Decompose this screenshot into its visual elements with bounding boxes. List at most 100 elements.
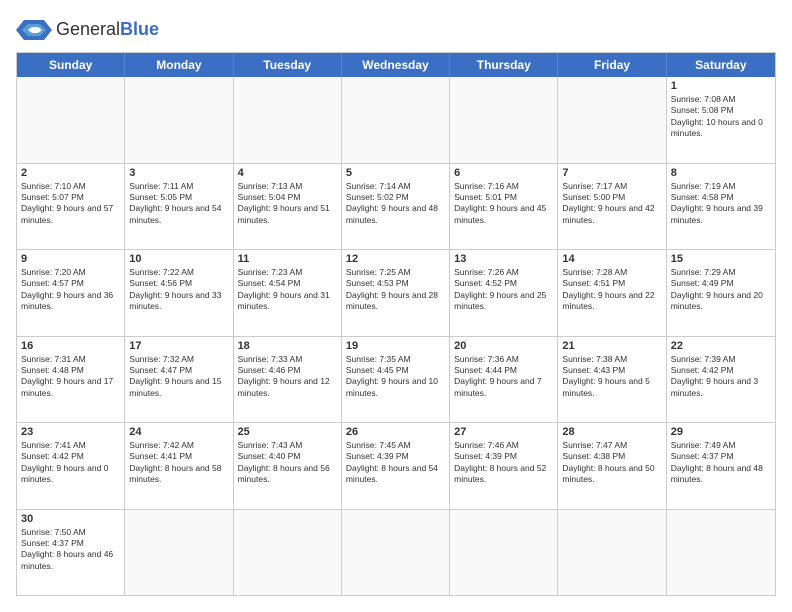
cal-cell-2-1: 10Sunrise: 7:22 AMSunset: 4:56 PMDayligh… [125,250,233,336]
sun-info: Sunrise: 7:38 AMSunset: 4:43 PMDaylight:… [562,354,661,400]
day-number: 2 [21,167,120,179]
sun-info: Sunrise: 7:49 AMSunset: 4:37 PMDaylight:… [671,440,771,486]
day-number: 19 [346,340,445,352]
day-number: 25 [238,426,337,438]
cal-cell-0-6: 1 Sunrise: 7:08 AMSunset: 5:08 PMDaylight… [667,77,775,163]
week-row-0: 1 Sunrise: 7:08 AMSunset: 5:08 PMDaylight… [17,77,775,164]
sun-info: Sunrise: 7:13 AMSunset: 5:04 PMDaylight:… [238,181,337,227]
cal-cell-0-0 [17,77,125,163]
sun-info: Sunrise: 7:33 AMSunset: 4:46 PMDaylight:… [238,354,337,400]
day-number: 16 [21,340,120,352]
cal-cell-5-0: 30 Sunrise: 7:50 AMSunset: 4:37 PMDayligh… [17,510,125,596]
day-number: 21 [562,340,661,352]
sun-info: Sunrise: 7:22 AMSunset: 4:56 PMDaylight:… [129,267,228,313]
cal-cell-4-5: 28 Sunrise: 7:47 AMSunset: 4:38 PMDayligh… [558,423,666,509]
day-number: 29 [671,426,771,438]
header-wednesday: Wednesday [342,53,450,77]
header-friday: Friday [558,53,666,77]
sun-info: Sunrise: 7:29 AMSunset: 4:49 PMDaylight:… [671,267,771,313]
sun-info: Sunrise: 7:26 AMSunset: 4:52 PMDaylight:… [454,267,553,313]
sun-info: Sunrise: 7:50 AMSunset: 4:37 PMDaylight:… [21,527,120,573]
sun-info: Sunrise: 7:39 AMSunset: 4:42 PMDaylight:… [671,354,771,400]
cal-cell-2-0: 9 Sunrise: 7:20 AMSunset: 4:57 PMDaylight… [17,250,125,336]
cal-cell-4-3: 26Sunrise: 7:45 AMSunset: 4:39 PMDayligh… [342,423,450,509]
sun-info: Sunrise: 7:14 AMSunset: 5:02 PMDaylight:… [346,181,445,227]
week-row-1: 2 Sunrise: 7:10 AMSunset: 5:07 PMDaylight… [17,164,775,251]
cal-cell-3-3: 19 Sunrise: 7:35 AMSunset: 4:45 PMDayligh… [342,337,450,423]
sun-info: Sunrise: 7:11 AMSunset: 5:05 PMDaylight:… [129,181,228,227]
calendar-body: 1 Sunrise: 7:08 AMSunset: 5:08 PMDaylight… [17,77,775,595]
sun-info: Sunrise: 7:46 AMSunset: 4:39 PMDaylight:… [454,440,553,486]
day-number: 1 [671,80,771,92]
day-number: 26 [346,426,445,438]
sun-info: Sunrise: 7:10 AMSunset: 5:07 PMDaylight:… [21,181,120,227]
cal-cell-1-0: 2 Sunrise: 7:10 AMSunset: 5:07 PMDaylight… [17,164,125,250]
cal-cell-0-5 [558,77,666,163]
header-tuesday: Tuesday [234,53,342,77]
day-number: 5 [346,167,445,179]
cal-cell-0-4 [450,77,558,163]
cal-cell-4-1: 24Sunrise: 7:42 AMSunset: 4:41 PMDayligh… [125,423,233,509]
cal-cell-5-3 [342,510,450,596]
day-number: 11 [238,253,337,265]
sun-info: Sunrise: 7:19 AMSunset: 4:58 PMDaylight:… [671,181,771,227]
cal-cell-2-2: 11Sunrise: 7:23 AMSunset: 4:54 PMDayligh… [234,250,342,336]
day-number: 7 [562,167,661,179]
cal-cell-3-2: 18Sunrise: 7:33 AMSunset: 4:46 PMDayligh… [234,337,342,423]
header: GeneralBlue [16,16,776,44]
header-sunday: Sunday [17,53,125,77]
sun-info: Sunrise: 7:08 AMSunset: 5:08 PMDaylight:… [671,94,771,140]
cal-cell-3-6: 22 Sunrise: 7:39 AMSunset: 4:42 PMDayligh… [667,337,775,423]
sun-info: Sunrise: 7:36 AMSunset: 4:44 PMDaylight:… [454,354,553,400]
cal-cell-3-1: 17Sunrise: 7:32 AMSunset: 4:47 PMDayligh… [125,337,233,423]
day-number: 30 [21,513,120,525]
cal-cell-2-6: 15 Sunrise: 7:29 AMSunset: 4:49 PMDayligh… [667,250,775,336]
page: GeneralBlue Sunday Monday Tuesday Wednes… [0,0,792,612]
day-number: 23 [21,426,120,438]
cal-cell-0-3 [342,77,450,163]
cal-cell-1-4: 6 Sunrise: 7:16 AMSunset: 5:01 PMDaylight… [450,164,558,250]
calendar: Sunday Monday Tuesday Wednesday Thursday… [16,52,776,596]
cal-cell-3-5: 21 Sunrise: 7:38 AMSunset: 4:43 PMDayligh… [558,337,666,423]
sun-info: Sunrise: 7:20 AMSunset: 4:57 PMDaylight:… [21,267,120,313]
week-row-2: 9 Sunrise: 7:20 AMSunset: 4:57 PMDaylight… [17,250,775,337]
cal-cell-4-0: 23 Sunrise: 7:41 AMSunset: 4:42 PMDayligh… [17,423,125,509]
sun-info: Sunrise: 7:42 AMSunset: 4:41 PMDaylight:… [129,440,228,486]
cal-cell-5-4 [450,510,558,596]
sun-info: Sunrise: 7:35 AMSunset: 4:45 PMDaylight:… [346,354,445,400]
sun-info: Sunrise: 7:16 AMSunset: 5:01 PMDaylight:… [454,181,553,227]
day-number: 14 [562,253,661,265]
sun-info: Sunrise: 7:32 AMSunset: 4:47 PMDaylight:… [129,354,228,400]
generalblue-logo-icon [16,16,52,44]
cal-cell-3-4: 20 Sunrise: 7:36 AMSunset: 4:44 PMDayligh… [450,337,558,423]
week-row-5: 30 Sunrise: 7:50 AMSunset: 4:37 PMDayligh… [17,510,775,596]
day-number: 3 [129,167,228,179]
day-number: 22 [671,340,771,352]
sun-info: Sunrise: 7:43 AMSunset: 4:40 PMDaylight:… [238,440,337,486]
sun-info: Sunrise: 7:31 AMSunset: 4:48 PMDaylight:… [21,354,120,400]
day-number: 4 [238,167,337,179]
cal-cell-1-6: 8Sunrise: 7:19 AMSunset: 4:58 PMDaylight… [667,164,775,250]
cal-cell-1-5: 7Sunrise: 7:17 AMSunset: 5:00 PMDaylight… [558,164,666,250]
cal-cell-5-1 [125,510,233,596]
cal-cell-3-0: 16 Sunrise: 7:31 AMSunset: 4:48 PMDayligh… [17,337,125,423]
cal-cell-5-5 [558,510,666,596]
day-number: 28 [562,426,661,438]
sun-info: Sunrise: 7:41 AMSunset: 4:42 PMDaylight:… [21,440,120,486]
cal-cell-1-3: 5 Sunrise: 7:14 AMSunset: 5:02 PMDaylight… [342,164,450,250]
logo: GeneralBlue [16,16,159,44]
day-number: 20 [454,340,553,352]
sun-info: Sunrise: 7:47 AMSunset: 4:38 PMDaylight:… [562,440,661,486]
cal-cell-2-3: 12Sunrise: 7:25 AMSunset: 4:53 PMDayligh… [342,250,450,336]
day-number: 15 [671,253,771,265]
day-number: 12 [346,253,445,265]
cal-cell-4-6: 29 Sunrise: 7:49 AMSunset: 4:37 PMDayligh… [667,423,775,509]
week-row-3: 16 Sunrise: 7:31 AMSunset: 4:48 PMDayligh… [17,337,775,424]
cal-cell-2-4: 13Sunrise: 7:26 AMSunset: 4:52 PMDayligh… [450,250,558,336]
calendar-header: Sunday Monday Tuesday Wednesday Thursday… [17,53,775,77]
day-number: 9 [21,253,120,265]
day-number: 27 [454,426,553,438]
cal-cell-2-5: 14Sunrise: 7:28 AMSunset: 4:51 PMDayligh… [558,250,666,336]
day-number: 6 [454,167,553,179]
header-thursday: Thursday [450,53,558,77]
